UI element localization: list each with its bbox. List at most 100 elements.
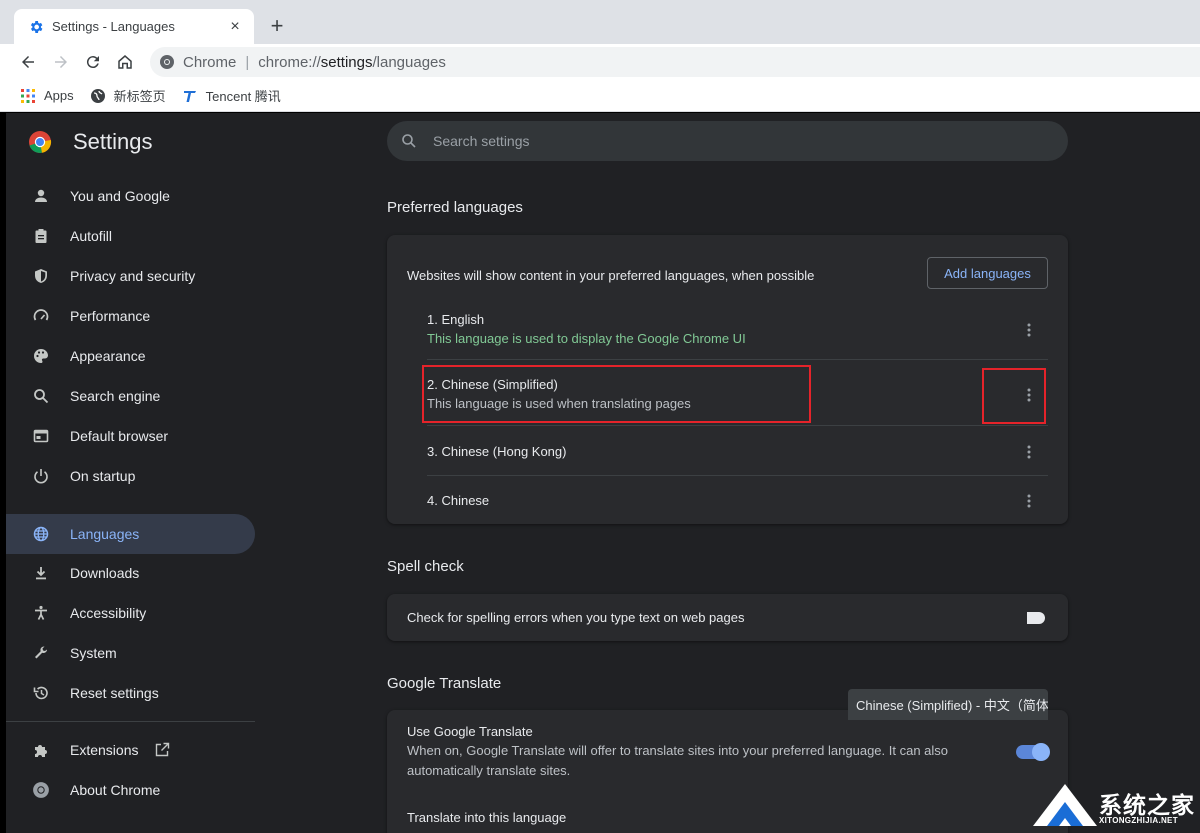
sidebar-item-about-chrome[interactable]: About Chrome <box>6 770 255 810</box>
tab-title: Settings - Languages <box>52 19 175 34</box>
external-link-icon <box>154 742 170 758</box>
language-name: 3. Chinese (Hong Kong) <box>427 444 567 459</box>
omnibox-separator: | <box>245 53 250 71</box>
more-actions-icon[interactable] <box>1019 320 1039 340</box>
speedometer-icon <box>32 307 50 325</box>
sidebar-item-languages[interactable]: Languages <box>6 514 255 554</box>
chrome-page-icon <box>159 54 175 70</box>
settings-title: Settings <box>73 129 153 154</box>
sidebar-item-performance[interactable]: Performance <box>6 296 255 336</box>
sidebar-item-label: Search engine <box>70 388 161 404</box>
wrench-icon <box>32 644 50 662</box>
more-actions-icon[interactable] <box>1019 442 1039 462</box>
sidebar-item-downloads[interactable]: Downloads <box>6 553 255 593</box>
sidebar-item-extensions[interactable]: Extensions <box>6 730 255 770</box>
url-host: settings <box>320 53 373 71</box>
accessibility-icon <box>32 604 50 622</box>
chrome-logo-icon <box>28 130 52 154</box>
sidebar-item-accessibility[interactable]: Accessibility <box>6 593 255 633</box>
home-button[interactable] <box>113 50 137 74</box>
watermark: 系统之家 XITONGZHIJIA.NET <box>1025 776 1200 833</box>
back-arrow-icon <box>22 56 34 68</box>
sidebar-item-reset-settings[interactable]: Reset settings <box>6 673 255 713</box>
globe-icon <box>32 525 50 543</box>
settings-gear-icon <box>28 19 44 35</box>
sidebar-item-label: About Chrome <box>70 782 161 798</box>
puzzle-icon <box>32 741 50 759</box>
tencent-logo-icon <box>182 88 198 104</box>
translate-target-label: Translate into this language <box>407 810 567 825</box>
spell-check-toggle[interactable] <box>1027 612 1045 624</box>
sidebar-item-privacy[interactable]: Privacy and security <box>6 256 255 296</box>
address-bar[interactable]: Chrome | chrome:// settings /languages <box>150 47 1200 77</box>
tab-close-icon[interactable]: × <box>226 18 244 36</box>
add-languages-button[interactable]: Add languages <box>927 257 1048 289</box>
google-translate-toggle[interactable] <box>1016 743 1050 761</box>
back-button[interactable] <box>16 50 40 74</box>
settings-page: Settings You and Google Autofill Privacy… <box>0 113 1200 833</box>
use-google-translate-title: Use Google Translate <box>407 724 533 739</box>
tab-settings-languages[interactable]: Settings - Languages × <box>14 9 254 44</box>
bookmark-new-tab[interactable]: 新标签页 <box>90 86 166 105</box>
omnibox-chip-label: Chrome <box>183 53 237 71</box>
sidebar-item-label: Accessibility <box>70 605 147 621</box>
watermark-text: 系统之家 <box>1099 792 1195 818</box>
languages-description: Websites will show content in your prefe… <box>407 268 815 283</box>
sidebar-divider <box>6 721 255 722</box>
watermark-url: XITONGZHIJIA.NET <box>1099 816 1178 825</box>
sidebar-item-label: Autofill <box>70 228 113 244</box>
forward-button[interactable] <box>49 50 73 74</box>
sidebar-item-label: Appearance <box>70 348 146 364</box>
sidebar-item-appearance[interactable]: Appearance <box>6 336 255 376</box>
sidebar-item-on-startup[interactable]: On startup <box>6 456 255 496</box>
row-divider <box>427 359 1048 360</box>
bookmark-label: 新标签页 <box>113 89 166 104</box>
tab-strip: Settings - Languages × + <box>0 0 1200 44</box>
bookmarks-bar: Apps 新标签页 Tencent 腾讯 <box>0 80 1200 112</box>
sidebar-item-autofill[interactable]: Autofill <box>6 216 255 256</box>
section-title-preferred-languages: Preferred languages <box>387 199 523 216</box>
bookmark-tencent[interactable]: Tencent 腾讯 <box>182 86 281 105</box>
search-icon <box>32 387 50 405</box>
browser-toolbar: Chrome | chrome:// settings /languages <box>0 44 1200 80</box>
reload-icon <box>86 56 99 69</box>
section-title-spell-check: Spell check <box>387 558 464 575</box>
sidebar-item-label: Reset settings <box>70 685 159 701</box>
forward-arrow-icon <box>55 56 67 68</box>
person-icon <box>32 187 50 205</box>
sidebar-item-you-and-google[interactable]: You and Google <box>6 176 255 216</box>
bookmark-label: Tencent 腾讯 <box>205 89 281 104</box>
sidebar-item-label: System <box>70 645 117 661</box>
sidebar-item-system[interactable]: System <box>6 633 255 673</box>
settings-header: Settings <box>28 129 153 155</box>
download-icon <box>32 564 50 582</box>
search-icon <box>401 133 417 149</box>
watermark-logo-icon <box>1033 784 1097 826</box>
reload-button[interactable] <box>81 50 105 74</box>
palette-icon <box>32 347 50 365</box>
highlight-box-language <box>422 365 811 423</box>
spell-check-card: Check for spelling errors when you type … <box>387 594 1068 641</box>
language-note: This language is used to display the Goo… <box>427 331 746 346</box>
highlight-box-menu <box>982 368 1046 424</box>
section-title-google-translate: Google Translate <box>387 675 502 692</box>
more-actions-icon[interactable] <box>1019 491 1039 511</box>
chrome-logo-icon <box>32 781 50 799</box>
url-path: /languages <box>372 53 446 71</box>
settings-search-box[interactable] <box>387 121 1068 161</box>
sidebar-item-default-browser[interactable]: Default browser <box>6 416 255 456</box>
translate-target-select[interactable]: Chinese (Simplified) - 中文（简体） <box>848 689 1048 720</box>
bookmark-apps[interactable]: Apps <box>20 88 74 104</box>
row-divider <box>427 425 1048 426</box>
sidebar-item-label: Privacy and security <box>70 268 196 284</box>
language-name: 4. Chinese <box>427 493 490 508</box>
search-input[interactable] <box>433 133 1033 149</box>
sidebar-item-label: Languages <box>70 526 140 542</box>
sidebar-item-label: Performance <box>70 308 151 324</box>
sidebar-item-search-engine[interactable]: Search engine <box>6 376 255 416</box>
new-tab-button[interactable]: + <box>266 13 288 39</box>
globe-icon <box>90 88 106 104</box>
language-name: 1. English <box>427 312 485 327</box>
language-item-chinese: 4. Chinese <box>427 493 1048 508</box>
spell-check-label: Check for spelling errors when you type … <box>407 610 745 625</box>
